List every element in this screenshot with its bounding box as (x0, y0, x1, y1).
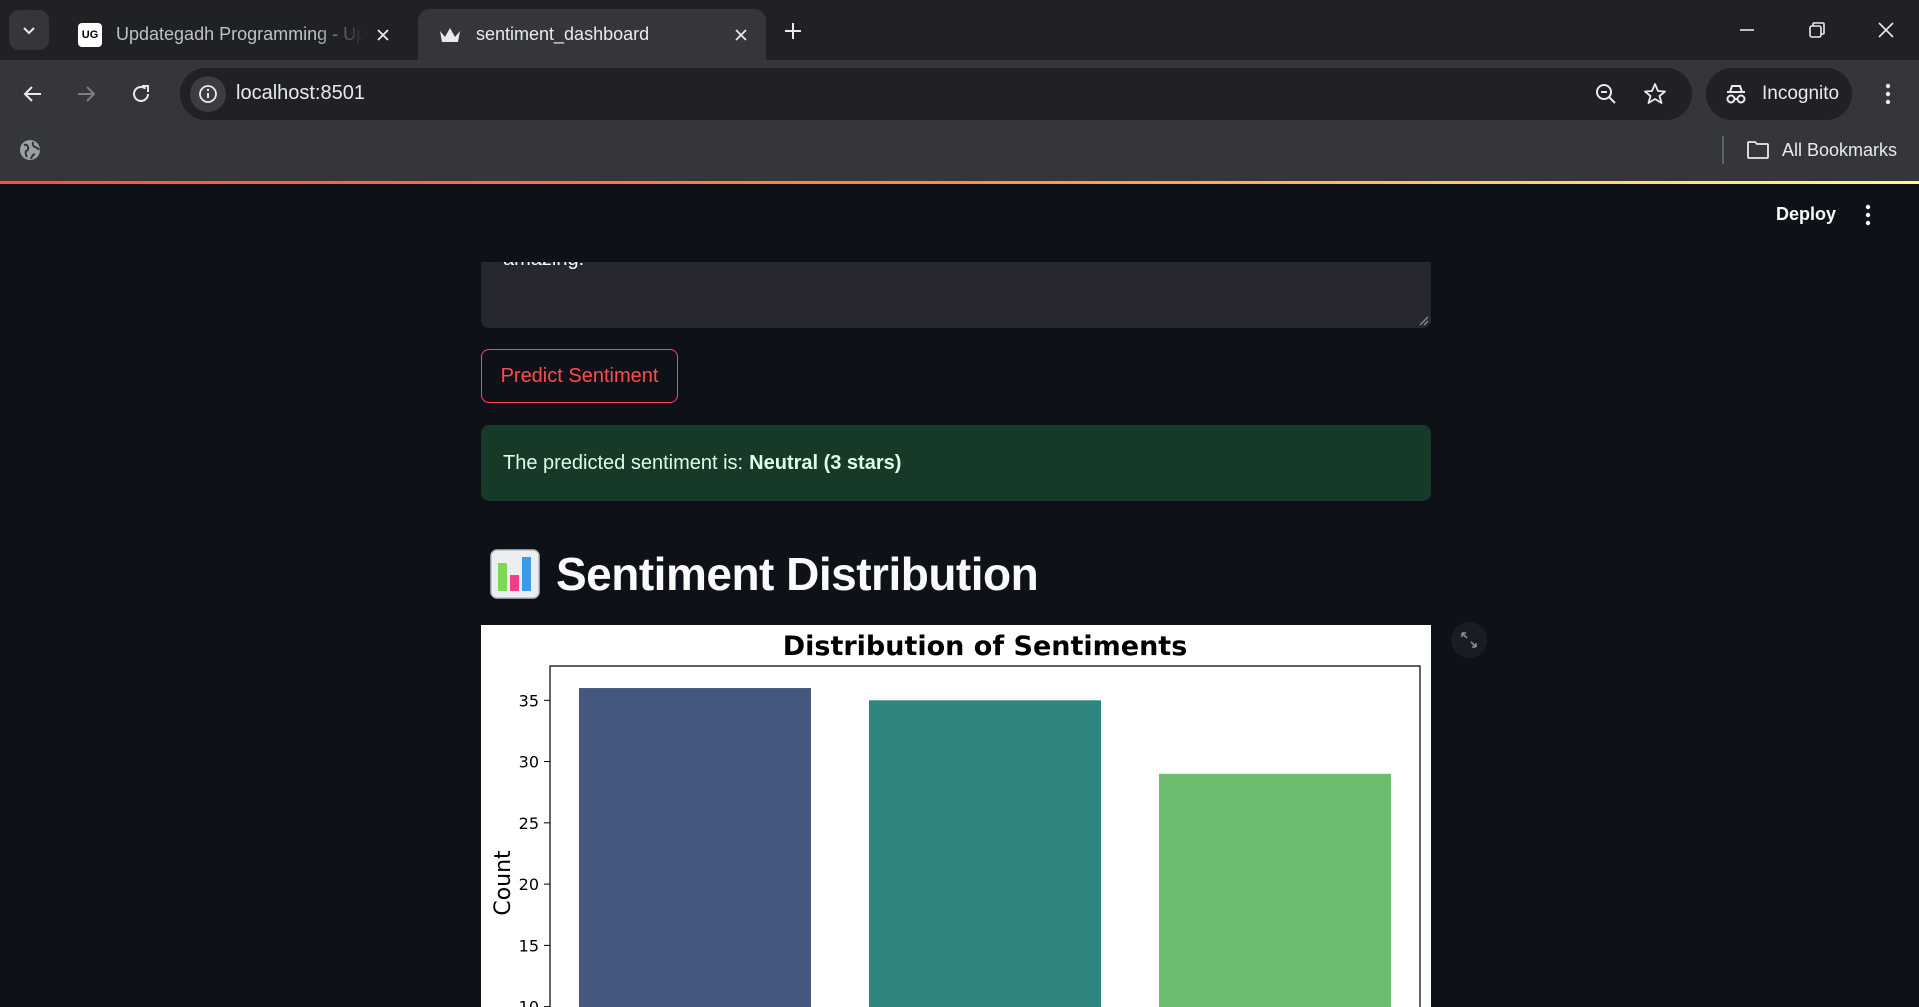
y-tick-label: 35 (519, 691, 539, 710)
textarea-text: amazing! (503, 262, 584, 271)
close-icon (1877, 21, 1895, 39)
tab-sentiment-dashboard[interactable]: sentiment_dashboard (418, 9, 766, 60)
fullscreen-expand-button[interactable] (1451, 622, 1487, 658)
bookmark-star-icon[interactable] (1641, 80, 1669, 108)
minimize-icon (1738, 21, 1756, 39)
new-tab-button[interactable] (776, 14, 810, 48)
close-icon[interactable] (372, 24, 394, 46)
back-button[interactable] (13, 74, 53, 114)
section-header: Sentiment Distribution (490, 544, 1038, 604)
vertical-dots-icon (1865, 204, 1871, 226)
browser-menu-button[interactable] (1870, 74, 1906, 114)
restore-icon (1808, 21, 1826, 39)
all-bookmarks-button[interactable]: All Bookmarks (1746, 134, 1897, 166)
chevron-down-icon (21, 22, 37, 38)
reload-icon (130, 83, 152, 105)
info-icon (198, 84, 218, 104)
updategadh-favicon-icon: UG (78, 23, 102, 47)
forward-button[interactable] (66, 74, 106, 114)
result-value: Neutral (3 stars) (749, 452, 901, 475)
expand-icon (1460, 631, 1478, 649)
review-textarea[interactable]: amazing! (481, 262, 1431, 328)
close-icon[interactable] (730, 24, 752, 46)
streamlit-crown-icon (438, 23, 462, 47)
incognito-button[interactable]: Incognito (1706, 68, 1852, 120)
prediction-result-alert: The predicted sentiment is: Neutral (3 s… (481, 425, 1431, 501)
y-tick-label: 20 (519, 875, 539, 894)
incognito-icon (1724, 83, 1748, 105)
bookmarks-divider (1722, 136, 1724, 164)
vertical-dots-icon (1885, 83, 1891, 105)
globe-icon[interactable] (18, 138, 42, 162)
all-bookmarks-label: All Bookmarks (1782, 140, 1897, 161)
result-prefix: The predicted sentiment is: (503, 452, 743, 475)
browser-tab-strip: UG Updategadh Programming - Up sentiment… (0, 0, 1919, 60)
y-axis-label: Count (491, 850, 516, 916)
bar-chart-emoji-icon (490, 549, 540, 599)
y-tick-label: 10 (519, 998, 539, 1007)
tab-updategadh[interactable]: UG Updategadh Programming - Up (58, 9, 408, 60)
chart-bar (1159, 774, 1391, 1007)
arrow-right-icon (75, 83, 97, 105)
chart-svg: Distribution of Sentiments 10 15 20 25 30 35 Co… (481, 625, 1431, 1007)
tab-title: sentiment_dashboard (476, 24, 722, 45)
restore-button[interactable] (1792, 8, 1842, 52)
url-text[interactable]: localhost:8501 (236, 82, 365, 105)
sentiment-distribution-chart: Distribution of Sentiments 10 15 20 25 30 35 Co… (481, 625, 1431, 1007)
arrow-left-icon (22, 83, 44, 105)
app-menu-button[interactable] (1854, 200, 1882, 230)
resize-handle-icon[interactable] (1417, 314, 1429, 326)
chart-bar (579, 688, 811, 1007)
deploy-button[interactable]: Deploy (1760, 204, 1852, 228)
y-tick-label: 30 (519, 753, 539, 772)
site-info-button[interactable] (190, 76, 226, 112)
minimize-button[interactable] (1722, 8, 1772, 52)
predict-sentiment-button[interactable]: Predict Sentiment (481, 349, 678, 403)
folder-icon (1746, 140, 1770, 160)
zoom-icon[interactable] (1592, 80, 1620, 108)
tab-search-button[interactable] (9, 10, 49, 50)
chart-title: Distribution of Sentiments (783, 631, 1188, 662)
tab-title: Updategadh Programming - Up (116, 24, 364, 45)
plus-icon (783, 21, 803, 41)
reload-button[interactable] (121, 74, 161, 114)
incognito-label: Incognito (1762, 83, 1839, 105)
streamlit-app: Deploy amazing! Predict Sentiment The pr… (0, 184, 1919, 1007)
y-tick-label: 15 (519, 936, 539, 955)
address-bar[interactable]: localhost:8501 (180, 68, 1692, 120)
y-tick-label: 25 (519, 814, 539, 833)
section-title: Sentiment Distribution (556, 547, 1038, 601)
close-window-button[interactable] (1861, 8, 1911, 52)
chart-bar (869, 700, 1101, 1007)
